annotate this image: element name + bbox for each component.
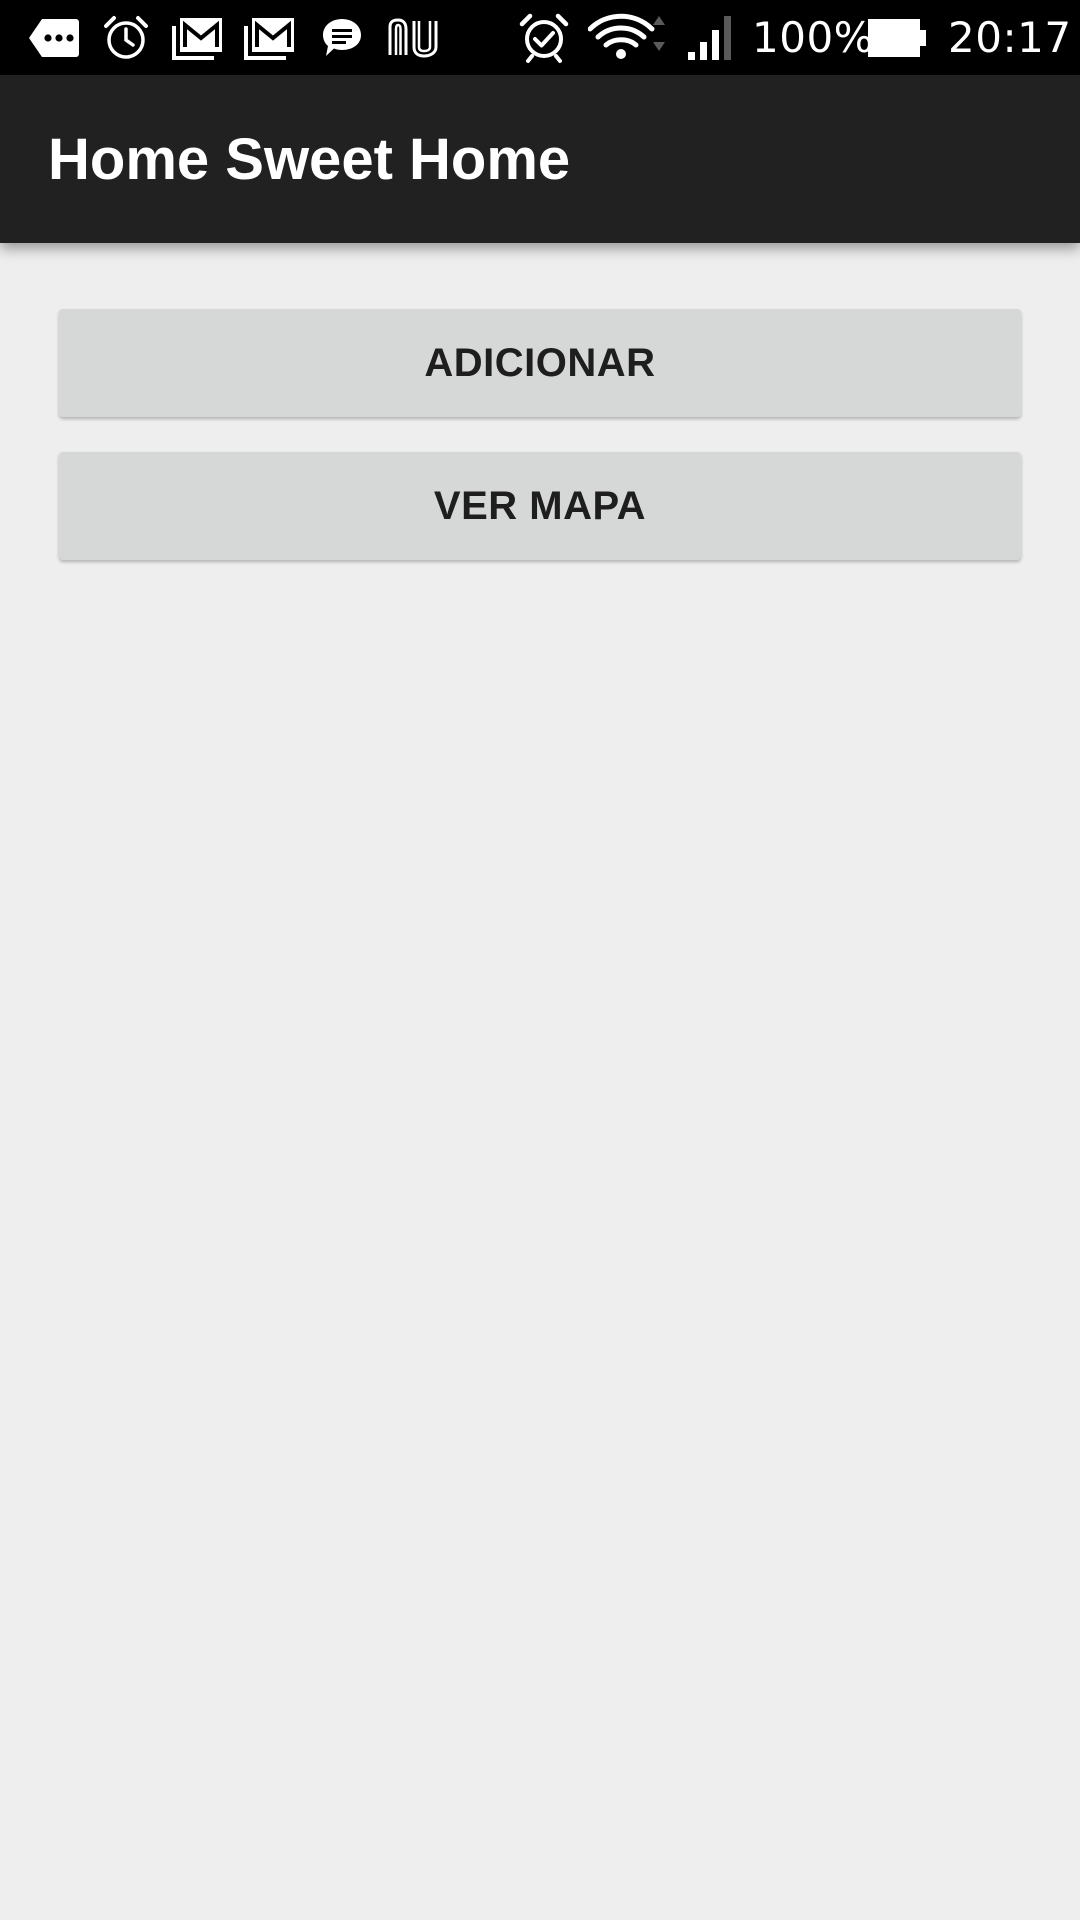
more-messages-icon — [28, 0, 80, 75]
alarm-set-icon — [518, 0, 570, 75]
add-button[interactable]: ADICIONAR — [59, 309, 1021, 417]
signal-icon — [686, 0, 738, 75]
battery-percent: 100% — [752, 13, 875, 62]
main-content: ADICIONAR VER MAPA — [0, 243, 1080, 1920]
status-bar: 100% 20:17 — [0, 0, 1080, 75]
view-map-button[interactable]: VER MAPA — [59, 452, 1021, 560]
status-time: 20:17 — [948, 13, 1072, 62]
alarm-clock-icon — [102, 0, 150, 75]
gmail-icon — [172, 0, 224, 75]
gmail-icon — [244, 0, 296, 75]
battery-icon — [866, 0, 928, 75]
wifi-icon — [588, 0, 670, 75]
screen: 100% 20:17 Home Sweet Home ADICIONAR VER… — [0, 0, 1080, 1920]
nubank-icon — [386, 0, 440, 75]
page-title: Home Sweet Home — [48, 126, 571, 192]
app-bar: Home Sweet Home — [0, 75, 1080, 243]
chat-icon — [320, 0, 364, 75]
